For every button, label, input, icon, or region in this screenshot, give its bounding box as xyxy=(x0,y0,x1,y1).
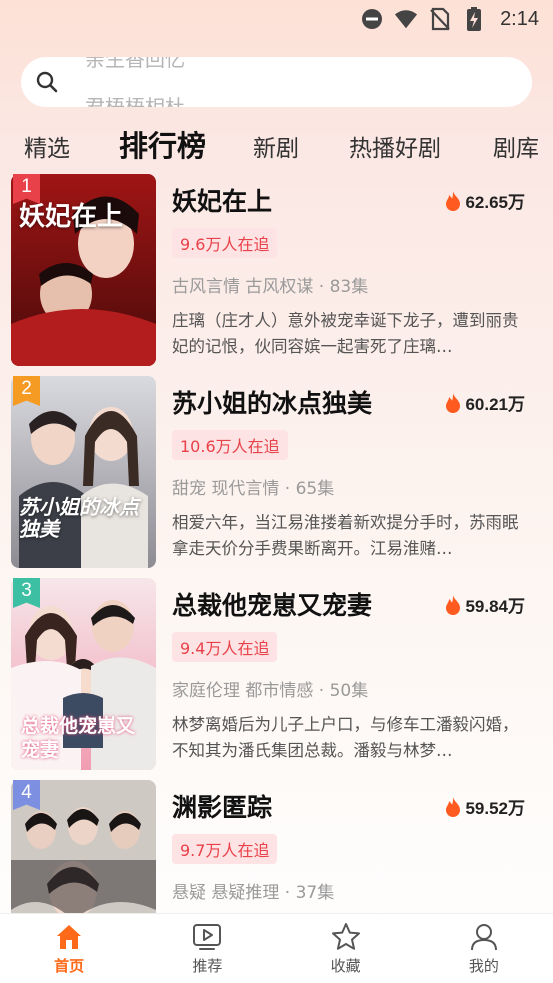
flame-icon xyxy=(446,796,461,817)
drama-title[interactable]: 苏小姐的冰点独美 xyxy=(172,384,372,420)
drama-meta: 家庭伦理 都市情感 · 50集 xyxy=(172,681,369,701)
drama-cover[interactable]: 总裁他宠崽又宠妻 xyxy=(11,578,156,770)
list-item[interactable]: 总裁他宠崽又宠妻 3 总裁他宠崽又宠妻 59.84万 9.4万人在追 家庭伦理 … xyxy=(0,578,553,770)
followers-badge: 9.4万人在追 xyxy=(172,632,278,662)
search-bar[interactable]: 亲生香回忆 君梧梧相杜 xyxy=(21,57,532,107)
drama-cover[interactable]: 苏小姐的冰点独美 xyxy=(11,376,156,568)
drama-cover[interactable]: 妖妃在上 xyxy=(11,174,156,366)
heat-score: 59.84万 xyxy=(445,592,525,617)
nav-home[interactable]: 首页 xyxy=(0,914,138,983)
do-not-disturb-icon xyxy=(360,7,384,31)
status-time: 2:14 xyxy=(500,7,539,30)
list-item[interactable]: 4 渊影匿踪 59.52万 9.7万人在追 悬疑 悬疑推理 · 37集 xyxy=(0,780,553,913)
home-icon xyxy=(57,924,82,949)
heat-value: 60.21万 xyxy=(465,395,525,414)
nav-favorites[interactable]: 收藏 xyxy=(277,914,415,983)
nav-favorites-label: 收藏 xyxy=(330,956,361,975)
search-placeholder-rotator: 亲生香回忆 君梧梧相杜 xyxy=(85,57,505,107)
play-screen-icon xyxy=(193,923,222,950)
drama-description: 相爱六年，当江易淮搂着新欢提分手时，苏雨眠拿走天价分手费果断离开。江易淮赌… xyxy=(172,513,519,558)
drama-description: 庄璃（庄才人）意外被宠幸诞下龙子，遭到丽贵妃的记恨，伙同容嫔一起害死了庄璃… xyxy=(172,311,519,356)
nav-recommend[interactable]: 推荐 xyxy=(138,914,276,983)
wifi-icon xyxy=(394,7,418,31)
search-icon xyxy=(35,70,59,94)
drama-meta: 甜宠 现代言情 · 65集 xyxy=(172,479,335,499)
tab-ranking[interactable]: 排行榜 xyxy=(119,123,206,165)
tab-library[interactable]: 剧库 xyxy=(493,129,539,163)
heat-score: 62.65万 xyxy=(445,188,525,213)
drama-meta: 悬疑 悬疑推理 · 37集 xyxy=(172,883,335,903)
search-placeholder: 亲生香回忆 xyxy=(85,57,185,71)
app-screen: 2:14 亲生香回忆 君梧梧相杜 精选 排行榜 新剧 热播好剧 剧库 妖妃在上 … xyxy=(0,0,553,983)
flame-icon xyxy=(446,190,461,211)
star-icon xyxy=(331,922,360,950)
drama-title[interactable]: 渊影匿踪 xyxy=(172,788,272,824)
drama-title[interactable]: 总裁他宠崽又宠妻 xyxy=(172,586,372,622)
drama-title[interactable]: 妖妃在上 xyxy=(172,182,272,218)
no-sim-icon xyxy=(428,7,452,31)
search-placeholder-next: 君梧梧相杜 xyxy=(85,95,185,107)
user-icon xyxy=(470,923,497,950)
list-item[interactable]: 苏小姐的冰点独美 2 苏小姐的冰点独美 60.21万 10.6万人在追 甜宠 现… xyxy=(0,376,553,568)
followers-badge: 9.6万人在追 xyxy=(172,228,278,258)
cover-title: 妖妃在上 xyxy=(19,202,124,232)
cover-title: 苏小姐的冰点独美 xyxy=(19,495,139,541)
nav-profile-label: 我的 xyxy=(468,956,499,975)
followers-badge: 9.7万人在追 xyxy=(172,834,278,864)
cover-title: 总裁他宠崽又宠妻 xyxy=(21,715,136,761)
status-bar: 2:14 xyxy=(0,0,553,38)
tab-hot[interactable]: 热播好剧 xyxy=(349,129,441,163)
nav-recommend-label: 推荐 xyxy=(192,956,223,975)
heat-score: 59.52万 xyxy=(445,794,525,819)
category-tabs: 精选 排行榜 新剧 热播好剧 剧库 xyxy=(0,118,553,168)
drama-description: 林梦离婚后为儿子上户口，与修车工潘毅闪婚，不知其为潘氏集团总裁。潘毅与林梦… xyxy=(172,715,519,760)
list-item[interactable]: 妖妃在上 1 妖妃在上 62.65万 9.6万人在追 古风言情 古风权谋 · 8… xyxy=(0,174,553,366)
tab-new[interactable]: 新剧 xyxy=(253,129,299,163)
nav-home-label: 首页 xyxy=(54,956,85,975)
heat-value: 59.84万 xyxy=(465,597,525,616)
followers-badge: 10.6万人在追 xyxy=(172,430,288,460)
heat-score: 60.21万 xyxy=(445,390,525,415)
heat-value: 59.52万 xyxy=(465,799,525,818)
battery-charging-icon xyxy=(462,7,486,31)
nav-profile[interactable]: 我的 xyxy=(415,914,553,983)
drama-meta: 古风言情 古风权谋 · 83集 xyxy=(172,277,369,297)
ranking-list: 妖妃在上 1 妖妃在上 62.65万 9.6万人在追 古风言情 古风权谋 · 8… xyxy=(0,174,553,913)
tab-featured[interactable]: 精选 xyxy=(24,129,70,163)
heat-value: 62.65万 xyxy=(465,193,525,212)
bottom-nav: 首页 推荐 收藏 我的 xyxy=(0,913,553,983)
flame-icon xyxy=(446,594,461,615)
flame-icon xyxy=(446,392,461,413)
